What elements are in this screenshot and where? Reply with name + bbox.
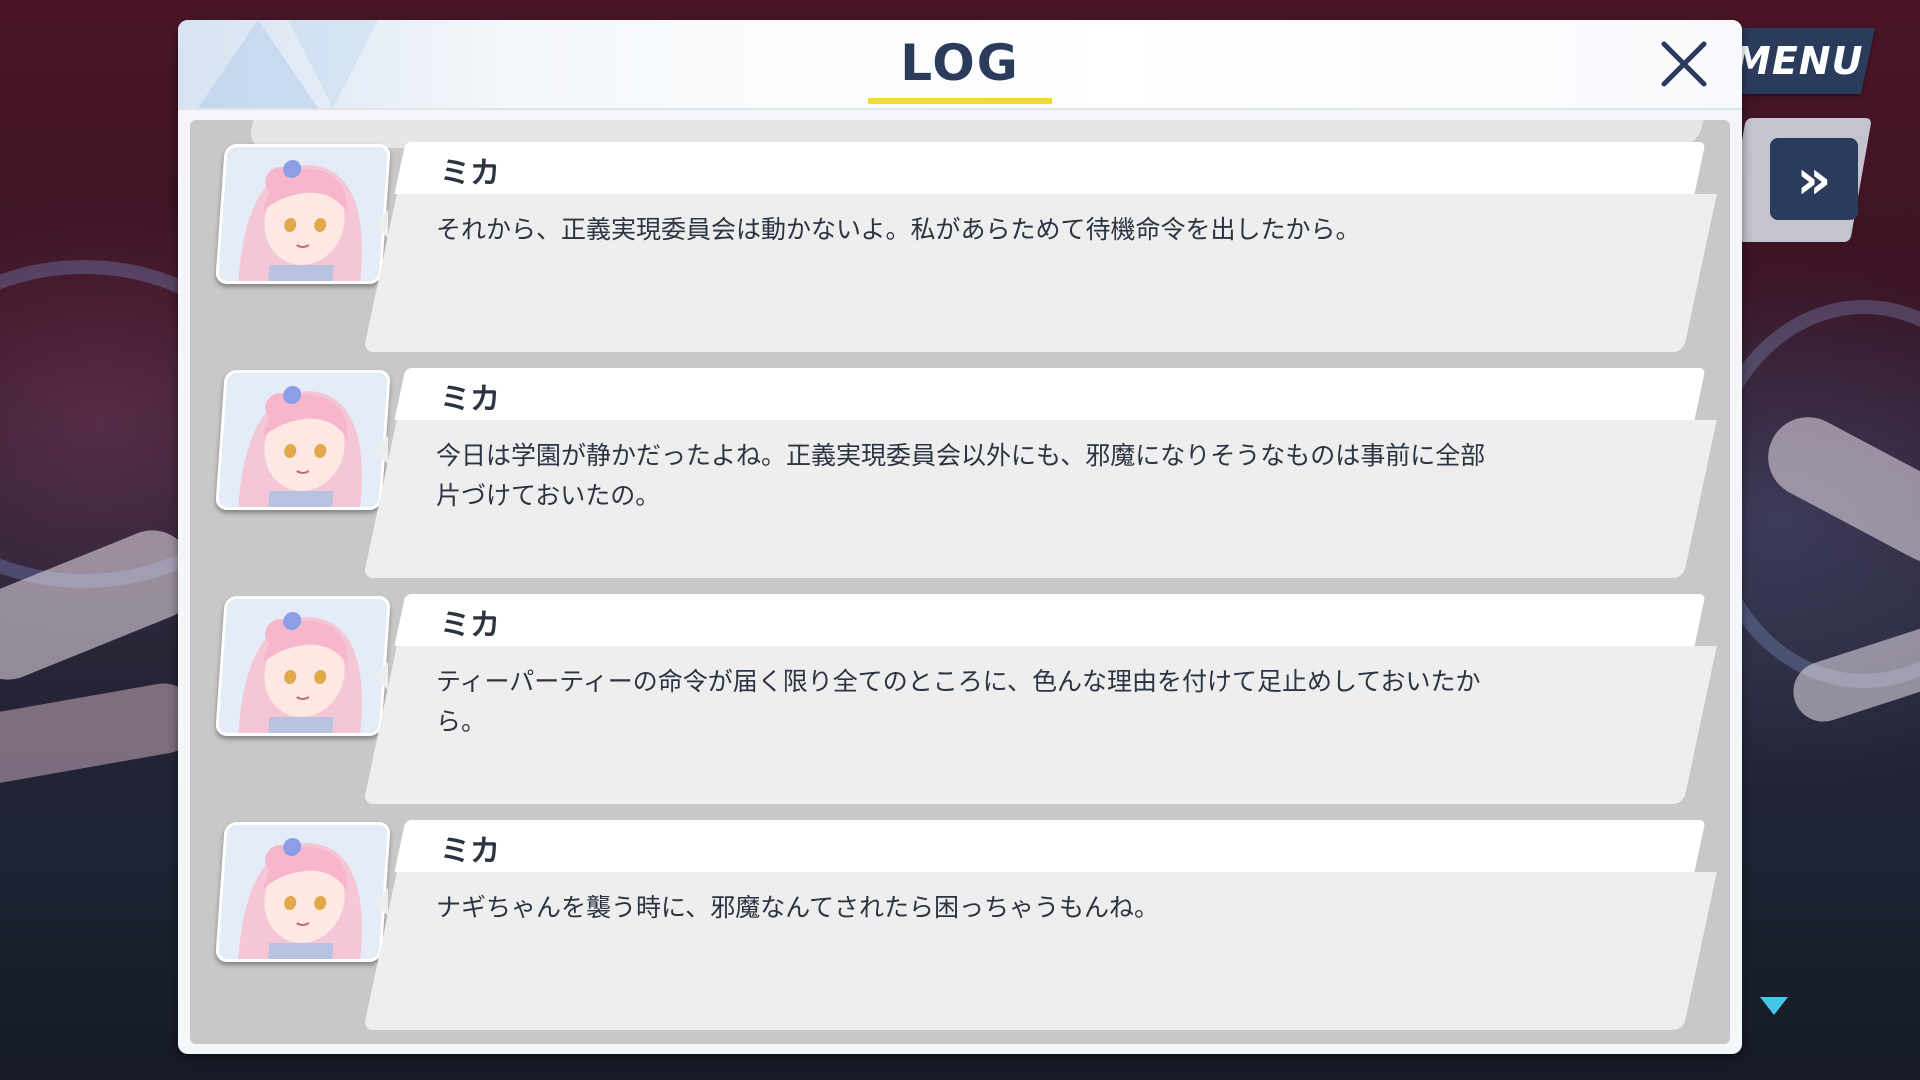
scroll-down-indicator-icon[interactable] xyxy=(1760,997,1788,1015)
character-portrait xyxy=(215,596,391,736)
log-list[interactable]: ミカ それから、正義実現委員会は動かないよ。私があらためて待機命令を出したから。 xyxy=(190,120,1730,1044)
message-text: ティーパーティーの命令が届く限り全てのところに、色んな理由を付けて足止めしておい… xyxy=(436,667,1481,736)
speaker-name: ミカ xyxy=(440,834,500,869)
log-panel: LOG ミカ それから、正義実現委員会は動かないよ。私があらためて待機命令を出し… xyxy=(178,20,1742,1054)
character-portrait xyxy=(215,822,391,962)
background-decoration xyxy=(0,677,205,793)
message-tail xyxy=(374,662,388,690)
title-underline xyxy=(868,98,1052,104)
speaker-name: ミカ xyxy=(440,382,500,417)
message-text: それから、正義実現委員会は動かないよ。私があらためて待機命令を出したから。 xyxy=(436,215,1361,244)
log-entry: ミカ ティーパーティーの命令が届く限り全てのところに、色んな理由を付けて足止めし… xyxy=(190,594,1730,804)
message-tail xyxy=(374,888,388,916)
speaker-name: ミカ xyxy=(440,156,500,191)
menu-button-label: MENU xyxy=(1732,39,1864,83)
log-entry: ミカ それから、正義実現委員会は動かないよ。私があらためて待機命令を出したから。 xyxy=(190,142,1730,352)
log-panel-title: LOG xyxy=(900,34,1020,92)
speaker-name-bar xyxy=(394,142,1706,194)
close-button[interactable] xyxy=(1654,34,1714,94)
speaker-name-bar xyxy=(394,594,1706,646)
game-scene-background: MENU » LOG ミカ それから、正義実現委員会は動かないよ。私があらためて… xyxy=(0,0,1920,1080)
speaker-name-bar xyxy=(394,368,1706,420)
speaker-name-bar xyxy=(394,820,1706,872)
log-entry: ミカ 今日は学園が静かだったよね。正義実現委員会以外にも、邪魔になりそうなものは… xyxy=(190,368,1730,578)
character-portrait xyxy=(215,144,391,284)
message-text: 今日は学園が静かだったよね。正義実現委員会以外にも、邪魔になりそうなものは事前に… xyxy=(436,441,1486,510)
fast-forward-icon: » xyxy=(1796,147,1832,211)
character-portrait xyxy=(215,370,391,510)
message-tail xyxy=(374,210,388,238)
fast-forward-button[interactable]: » xyxy=(1770,138,1858,220)
close-icon xyxy=(1661,41,1707,87)
log-panel-header: LOG xyxy=(178,20,1742,110)
menu-button[interactable]: MENU xyxy=(1720,28,1876,94)
log-entry: ミカ ナギちゃんを襲う時に、邪魔なんてされたら困っちゃうもんね。 xyxy=(190,820,1730,1030)
speaker-name: ミカ xyxy=(440,608,500,643)
message-text: ナギちゃんを襲う時に、邪魔なんてされたら困っちゃうもんね。 xyxy=(436,893,1160,922)
message-tail xyxy=(374,436,388,464)
